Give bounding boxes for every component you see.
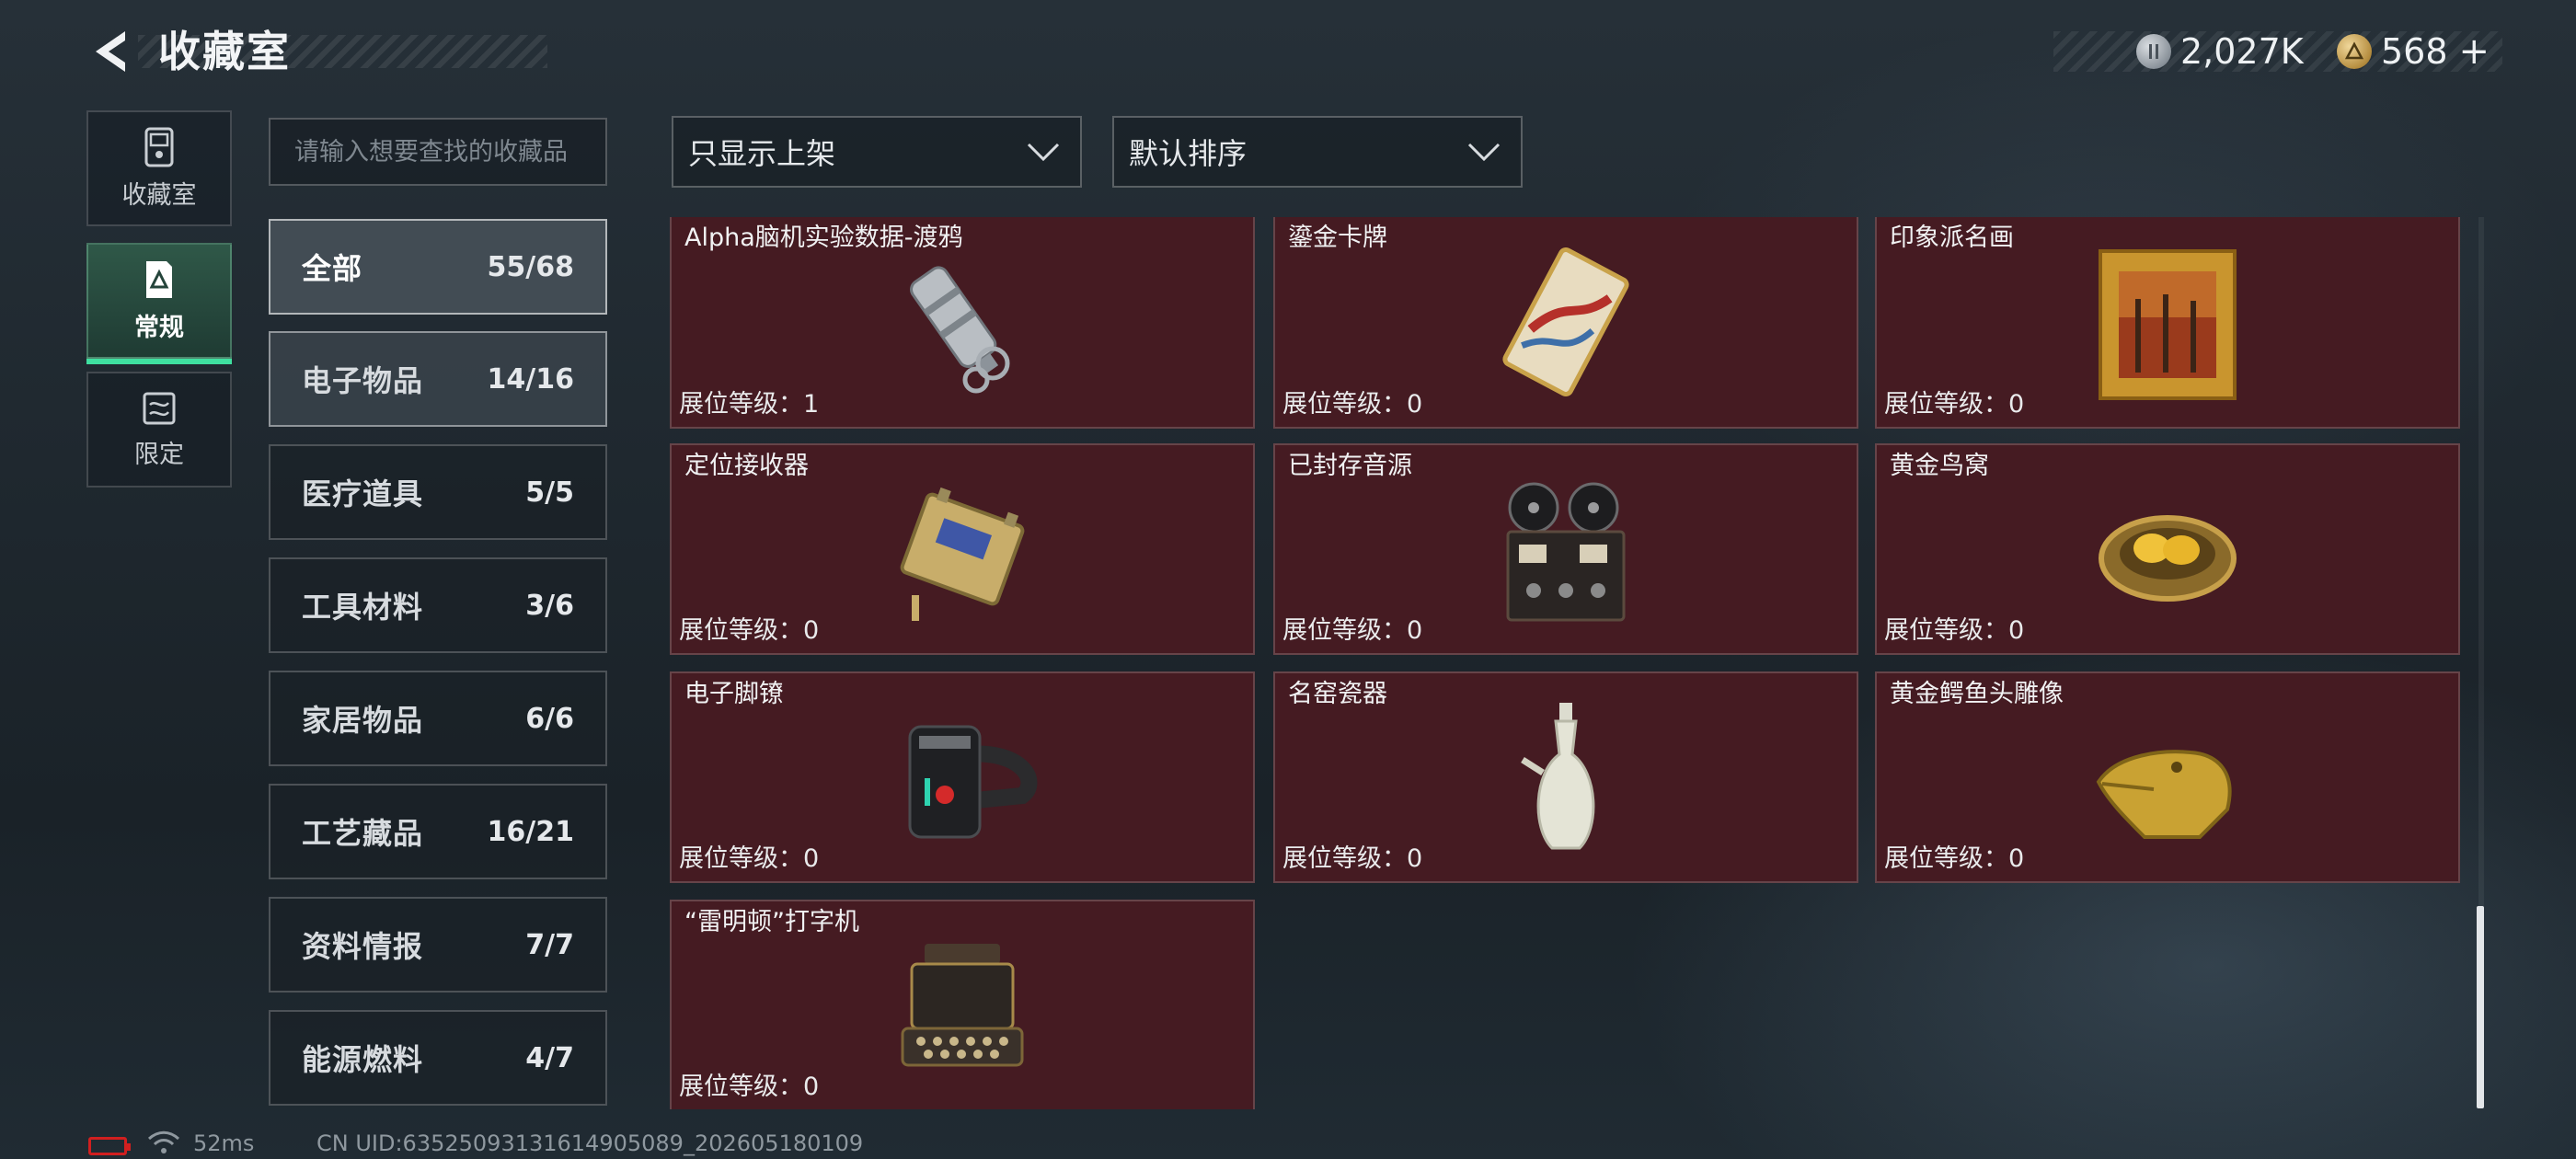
gilded-card-icon [1488,244,1644,400]
tab-limited[interactable]: 限定 [86,372,232,488]
back-button[interactable] [83,24,138,79]
search-box[interactable] [269,118,607,186]
category-count: 6/6 [525,702,574,735]
item-name: 黄金鳄鱼头雕像 [1890,680,2064,708]
category-electronics[interactable]: 电子物品 14/16 [269,331,607,427]
collection-item-card[interactable]: 鎏金卡牌 展位等级：0 [1273,217,1858,429]
category-energy[interactable]: 能源燃料 4/7 [269,1010,607,1106]
sort-dropdown[interactable]: 默认排序 [1112,116,1523,188]
item-level: 展位等级：0 [1282,616,1423,645]
collection-item-card[interactable]: Alpha脑机实验数据-渡鸦 展位等级：1 [670,217,1255,429]
collection-item-card[interactable]: 黄金鸟窝 展位等级：0 [1875,443,2460,655]
tab-regular[interactable]: 常规 [86,243,232,364]
collection-item-card[interactable]: “雷明顿”打字机 展位等级：0 [670,900,1255,1109]
tab-collection-room[interactable]: 收藏室 [86,110,232,226]
item-name: 电子脚镣 [684,680,784,708]
item-level: 展位等级：0 [1282,390,1423,419]
silver-currency: 2,027K [2136,28,2304,75]
collection-room-icon [144,127,174,166]
item-name: 定位接收器 [684,452,809,480]
gold-currency: 568 + [2337,28,2490,75]
add-currency-button[interactable]: + [2459,30,2490,73]
page-title: 收藏室 [158,27,291,76]
category-name: 家居物品 [302,703,424,738]
category-count: 3/6 [525,589,574,622]
item-name: 已封存音源 [1288,452,1412,480]
uid-readout: CN UID:63525093131614905089_202605180109 [316,1130,864,1156]
back-arrow-icon [96,31,125,72]
shelf-filter-dropdown[interactable]: 只显示上架 [672,116,1082,188]
category-tools[interactable]: 工具材料 3/6 [269,557,607,653]
collection-grid: Alpha脑机实验数据-渡鸦 展位等级：1 鎏金卡牌 展位等级：0 印象派名画 … [670,217,2464,1109]
gold-crocodile-icon [2089,699,2246,855]
tab-label: 常规 [134,313,184,342]
item-level: 展位等级：0 [679,1073,820,1101]
category-count: 5/5 [525,476,574,509]
item-level: 展位等级：0 [1884,844,2025,873]
sort-value: 默认排序 [1129,136,1248,171]
item-name: 印象派名画 [1890,224,2014,252]
category-name: 工艺藏品 [302,816,424,851]
gold-amount: 568 [2381,31,2448,72]
item-level: 展位等级：0 [1884,616,2025,645]
collection-item-card[interactable]: 定位接收器 展位等级：0 [670,443,1255,655]
category-count: 7/7 [525,928,574,961]
wifi-icon [147,1130,180,1159]
chevron-down-icon [1467,143,1501,162]
item-level: 展位等级：0 [1282,844,1423,873]
framed-painting-icon [2089,244,2246,400]
collection-item-card[interactable]: 电子脚镣 展位等级：0 [670,671,1255,883]
item-name: 鎏金卡牌 [1288,224,1387,252]
category-count: 16/21 [487,815,574,848]
tab-label: 限定 [134,440,184,469]
locator-receiver-icon [884,471,1041,627]
category-count: 4/7 [525,1041,574,1074]
collection-item-card[interactable]: 黄金鳄鱼头雕像 展位等级：0 [1875,671,2460,883]
collection-item-card[interactable]: 名窑瓷器 展位等级：0 [1273,671,1858,883]
battery-icon [88,1137,131,1155]
category-medical[interactable]: 医疗道具 5/5 [269,444,607,540]
gold-coin-icon [2337,34,2372,69]
ping-readout: 52ms [193,1130,255,1156]
silver-amount: 2,027K [2180,31,2304,72]
category-intel[interactable]: 资料情报 7/7 [269,897,607,993]
item-name: “雷明顿”打字机 [684,908,859,936]
category-name: 能源燃料 [302,1042,424,1077]
category-household[interactable]: 家居物品 6/6 [269,671,607,766]
category-name: 电子物品 [302,363,424,398]
usb-drive-icon [884,244,1041,400]
item-name: 名窑瓷器 [1288,680,1387,708]
silver-coin-icon [2136,34,2171,69]
item-level: 展位等级：1 [679,390,820,419]
item-level: 展位等级：0 [679,616,820,645]
category-name: 医疗道具 [302,476,424,511]
reel-recorder-icon [1488,471,1644,627]
collection-item-card[interactable]: 已封存音源 展位等级：0 [1273,443,1858,655]
collection-item-card[interactable]: 印象派名画 展位等级：0 [1875,217,2460,429]
search-input[interactable] [294,137,581,166]
item-level: 展位等级：0 [1884,390,2025,419]
golden-nest-icon [2089,471,2246,627]
category-name: 工具材料 [302,590,424,625]
item-level: 展位等级：0 [679,844,820,873]
chevron-down-icon [1027,143,1060,162]
category-count: 14/16 [487,362,574,396]
category-crafts[interactable]: 工艺藏品 16/21 [269,784,607,879]
category-all[interactable]: 全部 55/68 [269,219,607,315]
tab-label: 收藏室 [121,180,197,210]
category-name: 全部 [302,251,363,286]
typewriter-icon [884,927,1041,1084]
category-name: 资料情报 [302,929,424,964]
shelf-filter-value: 只显示上架 [688,136,836,171]
item-name: 黄金鸟窝 [1890,452,1989,480]
limited-icon [143,392,176,424]
grid-scrollbar-thumb[interactable] [2477,906,2484,1108]
regular-icon [146,260,172,298]
category-count: 55/68 [487,250,574,283]
ankle-monitor-icon [884,699,1041,855]
porcelain-vase-icon [1488,699,1644,855]
